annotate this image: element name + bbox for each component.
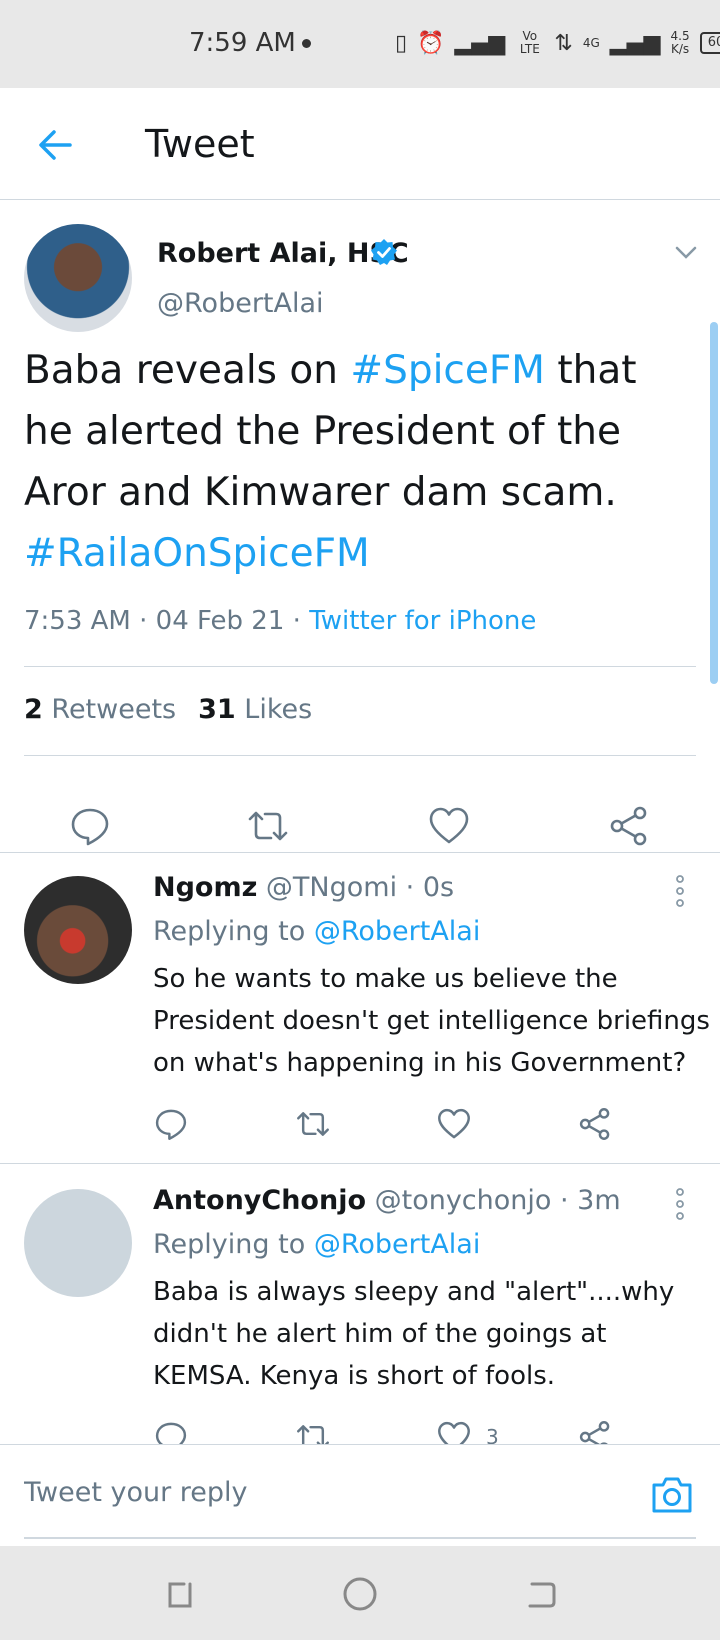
divider — [24, 666, 696, 667]
share-icon[interactable] — [577, 1419, 613, 1444]
divider — [0, 1163, 720, 1164]
app-header: Tweet — [0, 88, 720, 200]
replying-prefix: Replying to — [153, 1229, 314, 1260]
hashtag-link[interactable]: #RailaOnSpiceFM — [24, 531, 370, 576]
like-icon[interactable] — [436, 1106, 472, 1142]
reply-tweet[interactable]: Ngomz @TNgomi · 0s Replying to @RobertAl… — [0, 852, 720, 1163]
replying-to: Replying to @RobertAlai — [153, 1229, 480, 1260]
likes-label: Likes — [244, 694, 313, 725]
chevron-down-icon[interactable] — [672, 240, 700, 264]
reply-icon[interactable] — [68, 804, 112, 848]
data-arrows-icon: ⇅ — [554, 30, 573, 56]
share-icon[interactable] — [607, 804, 651, 848]
reply-author-meta: @tonychonjo · 3m — [374, 1185, 621, 1216]
likes-link[interactable]: 31 Likes — [198, 694, 312, 725]
mention-link[interactable]: @RobertAlai — [314, 1229, 481, 1260]
reply-avatar[interactable] — [24, 876, 132, 984]
hashtag-link[interactable]: #SpiceFM — [350, 348, 545, 393]
reply-author-name[interactable]: Ngomz — [153, 872, 257, 903]
tweet-timestamp: 7:53 AM · 04 Feb 21 · — [24, 606, 310, 636]
back-nav-icon[interactable] — [520, 1574, 560, 1614]
system-nav-bar — [0, 1546, 720, 1640]
reply-composer — [0, 1444, 720, 1546]
volte-label: Vo LTE — [519, 29, 540, 56]
input-underline — [24, 1537, 696, 1539]
replying-to: Replying to @RobertAlai — [153, 916, 480, 947]
retweets-label: Retweets — [51, 694, 177, 725]
retweet-icon[interactable] — [246, 804, 290, 848]
network-speed: 4.5 K/s — [670, 29, 690, 56]
status-bar: 7:59 AM ▯ ⏰ ▂▄▆ Vo LTE ⇅ 4G ▂▄▆ 4.5 K/s 6… — [0, 0, 720, 88]
page-title: Tweet — [145, 122, 255, 166]
reply-author-meta: @TNgomi · 0s — [265, 872, 455, 903]
reply-input[interactable] — [24, 1457, 584, 1527]
signal-icon-2: ▂▄▆ — [609, 30, 661, 56]
mention-link[interactable]: @RobertAlai — [314, 916, 481, 947]
camera-icon[interactable] — [650, 1475, 694, 1515]
engagement-counts: 2 Retweets 31 Likes — [24, 694, 312, 725]
like-icon[interactable] — [436, 1419, 472, 1444]
retweet-icon[interactable] — [295, 1106, 331, 1142]
reply-header: Ngomz @TNgomi · 0s — [153, 872, 454, 903]
tweet-source-link[interactable]: Twitter for iPhone — [309, 606, 536, 636]
tweet-text: Baba reveals on #SpiceFM that he alerted… — [24, 340, 684, 584]
signal-icon: ▂▄▆ — [454, 30, 506, 56]
back-arrow-icon[interactable] — [34, 123, 78, 167]
status-time: 7:59 AM — [189, 28, 296, 58]
tweet-text-part: Baba reveals on — [24, 348, 351, 393]
retweets-count: 2 — [24, 694, 43, 725]
reply-actions: 3 — [0, 1419, 720, 1444]
reply-icon[interactable] — [153, 1419, 189, 1444]
retweets-link[interactable]: 2 Retweets — [24, 694, 176, 725]
reply-header: AntonyChonjo @tonychonjo · 3m — [153, 1185, 621, 1216]
likes-count: 31 — [198, 694, 236, 725]
replying-prefix: Replying to — [153, 916, 314, 947]
like-icon[interactable] — [427, 804, 471, 848]
author-handle[interactable]: @RobertAlai — [157, 288, 324, 319]
notification-dot-icon — [302, 39, 311, 48]
network-type: 4G — [582, 35, 600, 50]
reply-tweet[interactable]: AntonyChonjo @tonychonjo · 3m Replying t… — [0, 1165, 720, 1444]
vibrate-icon: ▯ — [395, 30, 408, 56]
home-icon[interactable] — [340, 1574, 380, 1614]
reply-icon[interactable] — [153, 1106, 189, 1142]
like-count: 3 — [486, 1425, 499, 1444]
verified-badge-icon — [371, 239, 397, 265]
reply-author-name[interactable]: AntonyChonjo — [153, 1185, 366, 1216]
reply-avatar[interactable] — [24, 1189, 132, 1297]
recent-apps-icon[interactable] — [160, 1574, 200, 1614]
reply-actions — [0, 1106, 720, 1156]
retweet-icon[interactable] — [295, 1419, 331, 1444]
battery-icon: 60 — [699, 32, 720, 54]
more-vertical-icon[interactable] — [670, 1187, 690, 1221]
tweet-meta: 7:53 AM · 04 Feb 21 · Twitter for iPhone — [24, 606, 536, 636]
status-icons: ▯ ⏰ ▂▄▆ Vo LTE ⇅ 4G ▂▄▆ 4.5K/s 60 — [395, 26, 720, 60]
share-icon[interactable] — [577, 1106, 613, 1142]
reply-text: Baba is always sleepy and "alert"....why… — [153, 1277, 675, 1391]
alarm-icon: ⏰ — [417, 30, 445, 56]
divider — [24, 755, 696, 756]
scrollbar-thumb[interactable] — [710, 322, 718, 684]
more-vertical-icon[interactable] — [670, 874, 690, 908]
author-avatar[interactable] — [24, 224, 132, 332]
reply-text: So he wants to make us believe the Presi… — [153, 964, 710, 1078]
